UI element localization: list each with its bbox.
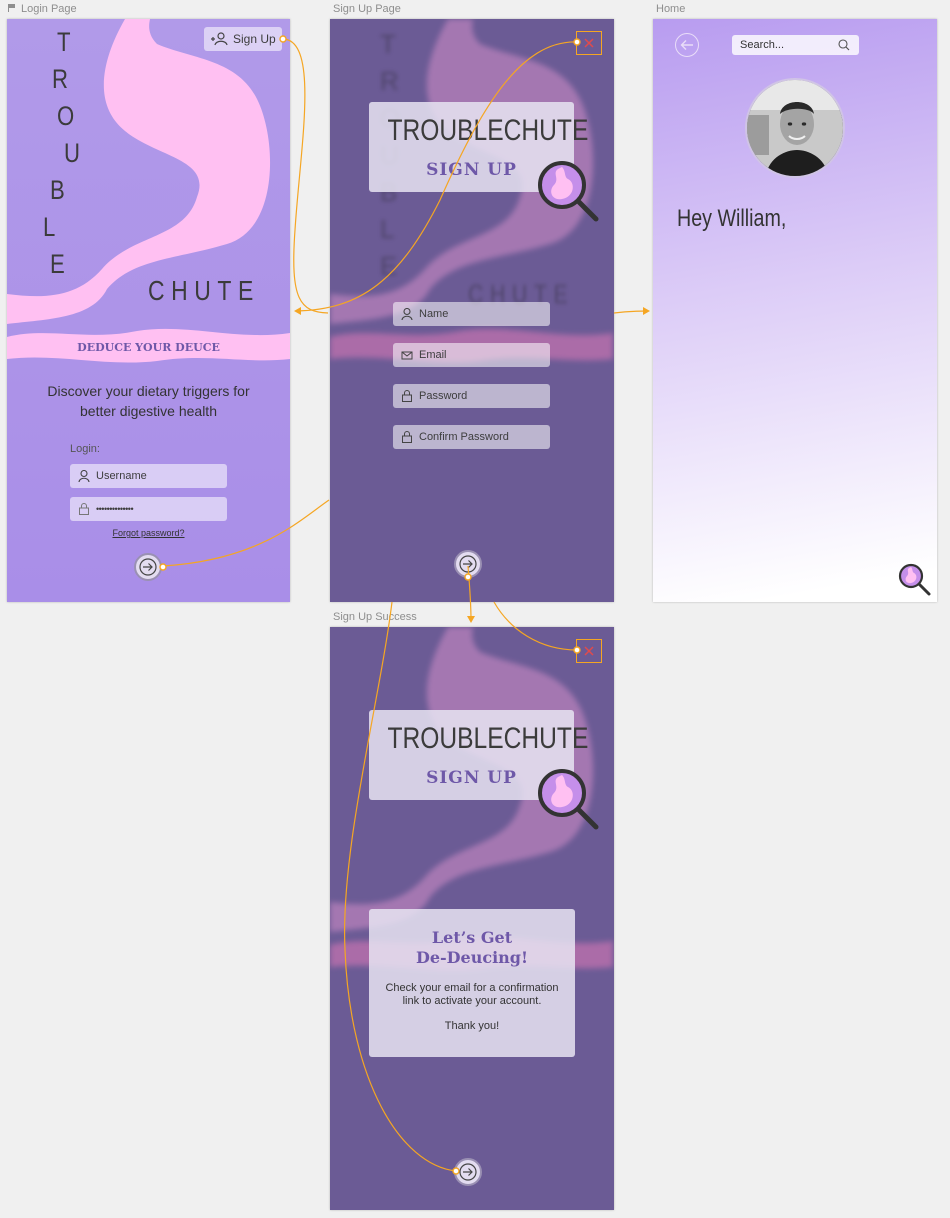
success-continue-button[interactable] <box>454 1158 482 1186</box>
home-artboard: Search... Hey William, <box>653 19 937 602</box>
title-letter: T <box>57 27 71 57</box>
magnifier-stomach-icon <box>538 769 599 830</box>
user-icon <box>78 470 90 482</box>
sign-up-button[interactable]: Sign Up <box>204 27 282 51</box>
artboard-label-home[interactable]: Home <box>656 3 685 15</box>
blurred-letter: R <box>380 66 399 96</box>
search-input[interactable]: Search... <box>732 35 859 55</box>
title-letter: E <box>50 249 65 279</box>
arrowhead <box>643 307 650 315</box>
description: Discover your dietary triggers for bette… <box>7 381 290 421</box>
success-heading-line-2: De-Deucing! <box>415 948 529 967</box>
description-line-2: better digestive health <box>80 403 217 419</box>
title-chute: CHUTE <box>148 275 260 306</box>
login-submit-button[interactable] <box>134 553 162 581</box>
success-message-line-1: Check your email for a confirmation <box>385 982 559 994</box>
close-icon <box>584 646 594 656</box>
artboard-label-success[interactable]: Sign Up Success <box>333 611 417 623</box>
magnifier-stomach-icon <box>538 161 599 222</box>
tagline: DEDUCE YOUR DEUCE <box>77 341 220 354</box>
back-button[interactable] <box>675 33 699 57</box>
arrow-right-circle-icon <box>459 555 477 573</box>
arrow-right-circle-icon <box>139 558 157 576</box>
magnifier-stomach-icon[interactable] <box>898 563 932 597</box>
confirm-password-placeholder: Confirm Password <box>419 431 509 443</box>
description-line-1: Discover your dietary triggers for <box>47 383 250 399</box>
title-letter: B <box>50 175 65 205</box>
blurred-letter: E <box>380 251 398 281</box>
avatar-portrait <box>747 80 843 176</box>
lock-icon <box>79 503 89 515</box>
sign-up-label: Sign Up <box>233 32 276 46</box>
signup-submit-button[interactable] <box>454 550 482 578</box>
flag-icon <box>8 4 17 12</box>
title-letter: O <box>57 101 75 131</box>
title-letter: U <box>64 138 80 168</box>
success-message-card: Let’s Get De-Deucing! Check your email f… <box>369 909 575 1057</box>
close-icon <box>584 38 594 48</box>
signup-artboard: T R O U B L E CHUTE TROUBLECHUTE SIGN UP… <box>330 19 614 602</box>
email-placeholder: Email <box>419 349 447 361</box>
close-button[interactable] <box>576 31 602 55</box>
success-heading-line-1: Let’s Get <box>431 928 513 947</box>
logo-text: TROUBLECHUTE <box>387 722 589 755</box>
forgot-password-link[interactable]: Forgot password? <box>7 528 290 538</box>
add-user-icon <box>211 32 228 46</box>
logo-text: TROUBLECHUTE <box>387 114 589 147</box>
confirm-password-field[interactable]: Confirm Password <box>393 425 550 449</box>
title-letter: R <box>52 64 68 94</box>
arrow-left-icon <box>680 40 693 50</box>
search-icon <box>838 39 850 51</box>
greeting: Hey William, <box>677 205 787 232</box>
success-heading: Let’s Get De-Deucing! <box>369 928 575 968</box>
login-label: Login: <box>70 443 100 455</box>
username-placeholder: Username <box>96 470 147 482</box>
artboard-label-login[interactable]: Login Page <box>8 3 77 15</box>
thank-you-text: Thank you! <box>444 1020 500 1032</box>
arrowhead <box>467 616 475 623</box>
login-artboard: T R O U B L E CHUTE Sign Up DEDUCE YOUR … <box>7 19 290 602</box>
password-placeholder: Password <box>419 390 468 402</box>
lock-icon <box>402 431 412 443</box>
email-field[interactable]: Email <box>393 343 550 367</box>
mail-icon <box>401 351 413 360</box>
success-message: Check your email for a confirmation link… <box>369 982 575 1008</box>
name-placeholder: Name <box>419 308 449 320</box>
search-placeholder: Search... <box>740 39 785 51</box>
avatar <box>745 78 845 178</box>
arrow-right-circle-icon <box>459 1163 477 1181</box>
user-icon <box>401 308 413 320</box>
artboard-label-signup[interactable]: Sign Up Page <box>333 3 401 15</box>
lock-icon <box>402 390 412 402</box>
title-letter: L <box>43 212 56 242</box>
blurred-letter: T <box>380 29 396 59</box>
username-input[interactable]: Username <box>70 464 227 488</box>
success-message-line-2: link to activate your account. <box>402 995 542 1007</box>
password-value: •••••••••••••• <box>96 504 134 514</box>
wire-signup-to-home <box>613 310 649 314</box>
vertical-title: T R O U B L E <box>43 27 80 286</box>
close-button[interactable] <box>576 639 602 663</box>
blurred-letter: L <box>380 214 395 244</box>
password-input[interactable]: •••••••••••••• <box>70 497 227 521</box>
arrowhead <box>294 307 301 315</box>
success-artboard: TROUBLECHUTE SIGN UP Let’s Get De-Deucin… <box>330 627 614 1210</box>
name-field[interactable]: Name <box>393 302 550 326</box>
password-field[interactable]: Password <box>393 384 550 408</box>
